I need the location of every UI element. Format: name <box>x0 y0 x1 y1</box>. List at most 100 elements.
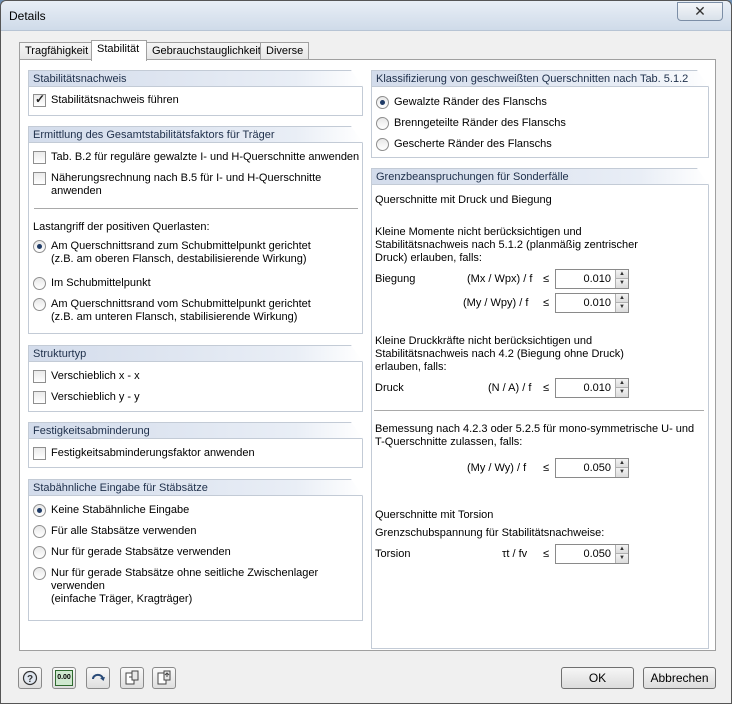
spin-up-icon[interactable]: ▲ <box>615 379 628 388</box>
torsion-input[interactable]: 0.050 ▲ ▼ <box>555 544 629 564</box>
verschieblich-x-checkbox[interactable]: Verschieblich x - x <box>33 370 140 383</box>
stabilitaetsnachweis-checkbox[interactable]: Stabilitätsnachweis führen <box>33 92 179 107</box>
radio-selected-icon <box>33 504 46 517</box>
formula-n-a: (N / A) / f <box>488 382 532 394</box>
radio-label: Nur für gerade Stabsätze ohne seitliche … <box>51 567 319 605</box>
ok-button[interactable]: OK <box>561 667 634 689</box>
reset-button[interactable] <box>86 667 110 689</box>
radio-gerade-stabsaetze[interactable]: Nur für gerade Stabsätze verwenden <box>33 546 231 559</box>
paragraph-mono-symmetrisch: Bemessung nach 4.2.3 oder 5.2.5 für mono… <box>375 423 695 448</box>
biegung-y-input[interactable]: 0.010 ▲ ▼ <box>555 293 629 313</box>
verschieblich-y-checkbox[interactable]: Verschieblich y - y <box>33 391 140 404</box>
group-grenzbeanspruchungen: Grenzbeanspruchungen für Sonderfälle Que… <box>371 168 709 649</box>
tab-gebrauchstauglichkeit[interactable]: Gebrauchstauglichkeit <box>146 42 261 60</box>
radio-brenngeteilte-raender[interactable]: Brenngeteilte Ränder des Flanschs <box>376 117 566 130</box>
radio-icon <box>33 525 46 538</box>
formula-mx-wpx: (Mx / Wpx) / f <box>467 273 533 285</box>
radio-icon <box>376 138 389 151</box>
mono-symmetrisch-input[interactable]: 0.050 ▲ ▼ <box>555 458 629 478</box>
radio-keine-stabaehnliche[interactable]: Keine Stabähnliche Eingabe <box>33 504 189 517</box>
group-strukturtyp: Strukturtyp Verschieblich x - x Verschie… <box>28 345 363 412</box>
export-button[interactable] <box>152 667 176 689</box>
radio-vom-schubmittelpunkt[interactable]: Am Querschnittsrand vom Schubmittelpunkt… <box>33 298 311 324</box>
input-value: 0.010 <box>583 382 611 394</box>
checkbox-icon <box>33 172 46 185</box>
export-icon <box>157 670 171 685</box>
radio-label: Nur für gerade Stabsätze verwenden <box>51 546 231 558</box>
group-title: Klassifizierung von geschweißten Quersch… <box>372 70 709 87</box>
spin-up-icon[interactable]: ▲ <box>615 459 628 468</box>
separator <box>374 410 704 411</box>
spin-up-icon[interactable]: ▲ <box>615 270 628 279</box>
tab-diverse[interactable]: Diverse <box>260 42 309 60</box>
radio-label: Am Querschnittsrand zum Schubmittelpunkt… <box>51 240 311 265</box>
druck-biegung-heading: Querschnitte mit Druck und Biegung <box>375 194 552 206</box>
spin-down-icon[interactable]: ▼ <box>615 279 628 288</box>
spin-down-icon[interactable]: ▼ <box>615 468 628 477</box>
radio-label: Brenngeteilte Ränder des Flanschs <box>394 117 566 129</box>
festigkeitsabminderung-checkbox[interactable]: Festigkeitsabminderungsfaktor anwenden <box>33 447 255 460</box>
spin-down-icon[interactable]: ▼ <box>615 554 628 563</box>
tab-stabilitaet[interactable]: Stabilität <box>91 40 147 61</box>
group-title: Strukturtyp <box>29 345 363 362</box>
formula-tau-fv: τt / fv <box>502 548 528 560</box>
tab-tragfaehigkeit[interactable]: Tragfähigkeit <box>19 42 92 60</box>
biegung-x-input[interactable]: 0.010 ▲ ▼ <box>555 269 629 289</box>
svg-text:?: ? <box>27 674 33 685</box>
naeherung-b5-checkbox[interactable]: Näherungsrechnung nach B.5 für I- und H-… <box>33 172 321 198</box>
grenzschubspannung-label: Grenzschubspannung für Stabilitätsnachwe… <box>375 527 605 539</box>
input-value: 0.050 <box>583 462 611 474</box>
le-symbol: ≤ <box>543 273 550 285</box>
radio-selected-icon <box>33 240 46 253</box>
radio-label: Gewalzte Ränder des Flanschs <box>394 96 547 108</box>
formula-my-wy: (My / Wy) / f <box>467 462 527 474</box>
spin-up-icon[interactable]: ▲ <box>615 545 628 554</box>
radio-icon <box>33 277 46 290</box>
close-button[interactable]: ✕ <box>677 2 723 21</box>
radio-alle-stabsaetze[interactable]: Für alle Stabsätze verwenden <box>33 525 197 538</box>
stabilitaet-panel: Stabilitätsnachweis Stabilitätsnachweis … <box>19 59 716 651</box>
radio-label: Gescherte Ränder des Flanschs <box>394 138 552 150</box>
checkbox-icon <box>33 370 46 383</box>
le-symbol: ≤ <box>543 462 550 474</box>
radio-zum-schubmittelpunkt[interactable]: Am Querschnittsrand zum Schubmittelpunkt… <box>33 240 311 266</box>
input-value: 0.010 <box>583 297 611 309</box>
window-title: Details <box>9 9 46 23</box>
checkbox-label: Verschieblich x - x <box>51 370 140 382</box>
group-title: Stabilitätsnachweis <box>29 70 363 87</box>
radio-icon <box>33 567 46 580</box>
import-button[interactable] <box>120 667 144 689</box>
close-icon: ✕ <box>694 3 706 19</box>
group-ermittlung: Ermittlung des Gesamtstabilitätsfaktors … <box>28 126 363 334</box>
group-festigkeitsabminderung: Festigkeitsabminderung Festigkeitsabmind… <box>28 422 363 468</box>
group-klassifizierung: Klassifizierung von geschweißten Quersch… <box>371 70 709 158</box>
group-title: Grenzbeanspruchungen für Sonderfälle <box>372 168 709 185</box>
druck-label: Druck <box>375 382 404 394</box>
paragraph-druckkraefte: Kleine Druckkräfte nicht berücksichtigen… <box>375 335 624 373</box>
radio-gerade-ohne-zwischenlager[interactable]: Nur für gerade Stabsätze ohne seitliche … <box>33 567 362 606</box>
cancel-button[interactable]: Abbrechen <box>643 667 716 689</box>
radio-gescherte-raender[interactable]: Gescherte Ränder des Flanschs <box>376 138 552 151</box>
checkbox-label: Verschieblich y - y <box>51 391 140 403</box>
druck-input[interactable]: 0.010 ▲ ▼ <box>555 378 629 398</box>
spin-up-icon[interactable]: ▲ <box>615 294 628 303</box>
radio-icon <box>33 546 46 559</box>
tab-b2-checkbox[interactable]: Tab. B.2 für reguläre gewalzte I- und H-… <box>33 151 359 164</box>
checkbox-icon <box>33 391 46 404</box>
radio-gewalzte-raender[interactable]: Gewalzte Ränder des Flanschs <box>376 96 547 109</box>
details-dialog: Details ✕ Tragfähigkeit Stabilität Gebra… <box>0 0 732 704</box>
torsion-label: Torsion <box>375 548 411 560</box>
biegung-label: Biegung <box>375 273 416 285</box>
units-button[interactable]: 0.00 <box>52 667 76 689</box>
spin-down-icon[interactable]: ▼ <box>615 303 628 312</box>
le-symbol: ≤ <box>543 548 550 560</box>
group-stabsaetze: Stabähnliche Eingabe für Stäbsätze Keine… <box>28 479 363 621</box>
radio-im-schubmittelpunkt[interactable]: Im Schubmittelpunkt <box>33 277 151 290</box>
spin-down-icon[interactable]: ▼ <box>615 388 628 397</box>
help-button[interactable]: ? <box>18 667 42 689</box>
paragraph-momente: Kleine Momente nicht berücksichtigen und… <box>375 226 638 264</box>
le-symbol: ≤ <box>543 382 550 394</box>
group-title: Stabähnliche Eingabe für Stäbsätze <box>29 479 363 496</box>
lastangriff-label: Lastangriff der positiven Querlasten: <box>33 221 210 233</box>
torsion-heading: Querschnitte mit Torsion <box>375 509 494 521</box>
